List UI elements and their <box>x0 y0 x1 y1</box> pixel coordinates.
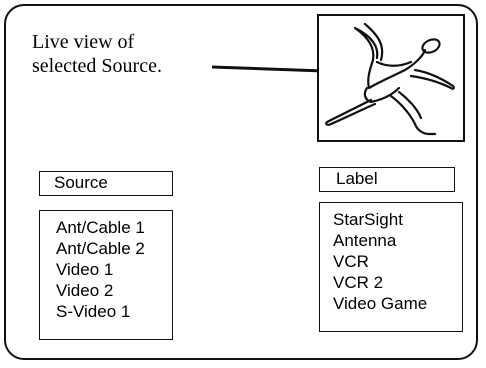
label-item-vcr[interactable]: VCR <box>333 251 462 272</box>
source-list: Ant/Cable 1 Ant/Cable 2 Video 1 Video 2 … <box>39 210 173 340</box>
figure-skater-icon <box>325 22 455 136</box>
source-item-video-2[interactable]: Video 2 <box>56 280 172 301</box>
source-item-ant-cable-1[interactable]: Ant/Cable 1 <box>56 217 172 238</box>
label-list: StarSight Antenna VCR VCR 2 Video Game <box>319 202 463 332</box>
live-preview-window <box>317 14 465 142</box>
source-item-s-video-1[interactable]: S-Video 1 <box>56 301 172 322</box>
label-item-antenna[interactable]: Antenna <box>333 230 462 251</box>
source-item-ant-cable-2[interactable]: Ant/Cable 2 <box>56 238 172 259</box>
label-item-vcr-2[interactable]: VCR 2 <box>333 272 462 293</box>
leader-line <box>212 65 324 73</box>
label-item-starsight[interactable]: StarSight <box>333 209 462 230</box>
source-item-video-1[interactable]: Video 1 <box>56 259 172 280</box>
label-header: Label <box>319 167 455 192</box>
live-view-caption: Live view of selected Source. <box>32 31 162 77</box>
source-header: Source <box>39 171 173 196</box>
label-item-video-game[interactable]: Video Game <box>333 293 462 314</box>
